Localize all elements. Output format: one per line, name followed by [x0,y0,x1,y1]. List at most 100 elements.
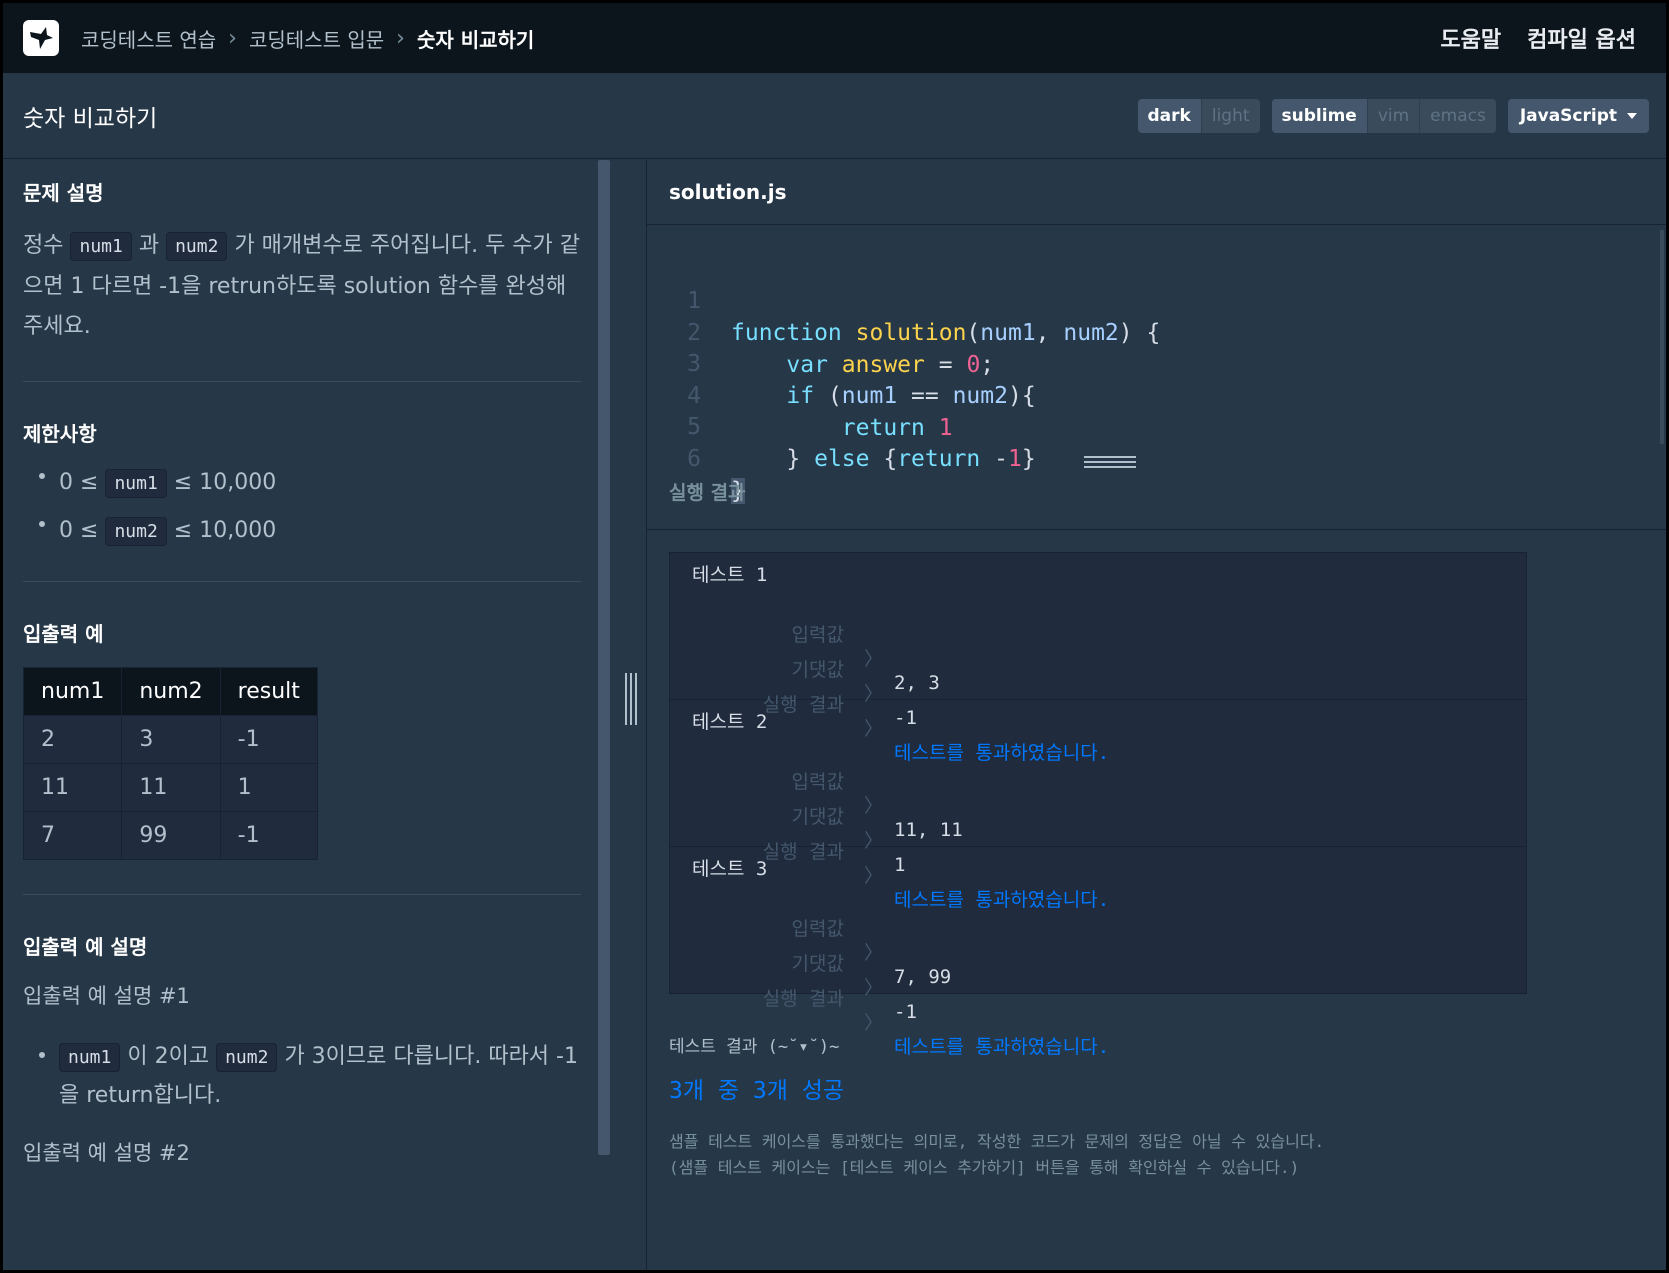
test-title: 테스트 3 [692,858,768,880]
table-header-cell: num2 [121,667,221,716]
page-title: 숫자 비교하기 [23,105,158,132]
code-line: 3 if (num1 == num2){ [647,316,1036,409]
top-navigation: 코딩테스트 연습 › 코딩테스트 입문 › 숫자 비교하기 도움말 컴파일 옵션 [3,3,1666,73]
test-result-row: 실행 결과 〉 테스트를 통과하였습니다. [670,816,1526,911]
code-editor[interactable]: 1 function solution(num1, num2) { 2 var … [647,226,1666,504]
constraint-item: 0 ≤ num1 ≤ 10,000 [3,459,581,507]
io-explanation-heading: 입출력 예 설명 [23,935,148,959]
table-header-cell: result [219,667,318,716]
help-link[interactable]: 도움말 [1440,22,1501,54]
breadcrumb-item-intro[interactable]: 코딩테스트 입문 [249,24,384,53]
table-cell: 7 [22,811,123,860]
theme-toggle: dark light [1137,98,1260,133]
desc-text-1: 정수 [23,233,64,258]
theme-light-button[interactable]: light [1200,98,1260,133]
divider [23,581,581,582]
code-line: 1 function solution(num1, num2) { [647,253,1160,346]
code-line: 5 } else {return -1} [647,379,1036,472]
code-text: var answer = 0; [786,352,995,378]
app-frame: 코딩테스트 연습 › 코딩테스트 입문 › 숫자 비교하기 도움말 컴파일 옵션… [3,3,1666,1270]
code-line: 4 return 1 [647,348,952,441]
test-title: 테스트 1 [692,564,768,586]
constraint-text: 0 ≤ [59,518,99,543]
constraints-heading: 제한사항 [23,422,97,446]
keymap-toggle: sublime vim emacs [1271,98,1496,133]
keymap-emacs-button[interactable]: emacs [1419,98,1496,133]
theme-dark-button[interactable]: dark [1137,98,1201,133]
code-text: if (num1 == num2){ [786,383,1036,409]
table-row: 7 99 -1 [22,811,318,860]
chevron-right-icon: › [228,25,237,51]
top-nav-links: 도움말 컴파일 옵션 [1440,22,1636,54]
breadcrumb: 코딩테스트 연습 › 코딩테스트 입문 › 숫자 비교하기 [81,24,534,53]
description-text: 정수 num1 과 num2 가 매개변수로 주어집니다. 두 수가 같으면 1… [23,226,581,347]
result-heading: 실행 결과 [647,456,1666,530]
constraint-text: ≤ 10,000 [173,470,277,495]
io-example-table: num1 num2 result 2 3 -1 11 11 1 7 99 -1 [22,667,318,860]
editor-scrollbar[interactable] [1660,230,1664,444]
table-cell: 99 [121,811,221,860]
summary-score: 3개 중 3개 성공 [669,1078,845,1104]
problem-scrollbar[interactable] [598,160,610,1155]
solution-panel: solution.js 1 function solution(num1, nu… [646,160,1666,1270]
inline-code-num2: num2 [105,517,167,546]
chevron-right-icon: › [396,25,405,51]
result-label: 실행 결과 [762,988,844,1010]
editor-toolbar: dark light sublime vim emacs JavaScript [1137,98,1649,133]
io-explanation-2-heading: 입출력 예 설명 #2 [23,1141,190,1165]
summary-note-line: 샘플 테스트 케이스를 통과했다는 의미로, 작성한 코드가 문제의 정답은 아… [669,1132,1325,1151]
table-row: 11 11 1 [22,763,318,812]
table-cell: -1 [219,811,318,860]
editor-resize-handle[interactable] [1084,456,1136,470]
constraint-text: 0 ≤ [59,470,99,495]
test-summary: 테스트 결과 (~˘▾˘)~ 3개 중 3개 성공 샘플 테스트 케이스를 통과… [669,1032,1324,1181]
constraint-item: 0 ≤ num2 ≤ 10,000 [3,507,581,555]
test-result-row: 실행 결과 〉 테스트를 통과하였습니다. [670,669,1526,764]
code-line: 2 var answer = 0; [647,285,994,378]
table-cell: 2 [22,715,123,764]
problem-panel: 문제 설명 정수 num1 과 num2 가 매개변수로 주어집니다. 두 수가… [3,160,636,1270]
keymap-vim-button[interactable]: vim [1366,98,1419,133]
io-explanation-1-heading: 입출력 예 설명 #1 [23,984,190,1008]
table-cell: 11 [121,763,221,812]
expected-value: -1 [894,1001,917,1023]
inline-code-num2: num2 [216,1043,278,1072]
programmers-logo-icon[interactable] [23,20,59,56]
inline-code-num2: num2 [166,232,228,261]
file-tab[interactable]: solution.js [647,160,1666,225]
language-dropdown[interactable]: JavaScript [1507,98,1649,133]
summary-label: 테스트 결과 (~˘▾˘)~ [669,1037,840,1057]
title-bar: 숫자 비교하기 dark light sublime vim emacs Jav… [3,73,1666,159]
test-case: 테스트 3 입력값 〉 7, 99 기댓값 〉 -1 실행 결과 〉 테스트를 … [670,847,1526,1058]
inline-code-num1: num1 [59,1043,121,1072]
constraints-list: 0 ≤ num1 ≤ 10,000 0 ≤ num2 ≤ 10,000 [23,459,581,555]
breadcrumb-item-practice[interactable]: 코딩테스트 연습 [81,24,216,53]
language-label: JavaScript [1519,105,1617,126]
test-case: 테스트 1 입력값 〉 2, 3 기댓값 〉 -1 실행 결과 〉 테스트를 통… [670,553,1526,764]
test-title: 테스트 2 [692,711,768,733]
inline-code-num1: num1 [105,469,167,498]
table-cell: 1 [219,763,318,812]
io-explanation-1-list: num1 이 2이고 num2 가 3이므로 다릅니다. 따라서 -1을 ret… [23,1038,581,1115]
constraint-text: ≤ 10,000 [173,518,277,543]
summary-note-line: (샘플 테스트 케이스는 [테스트 케이스 추가하기] 버튼을 통해 확인하실 … [669,1158,1300,1177]
problem-content: 문제 설명 정수 num1 과 num2 가 매개변수로 주어집니다. 두 수가… [22,160,581,1173]
table-header-row: num1 num2 result [22,667,318,716]
code-text: function solution(num1, num2) { [731,320,1161,346]
code-text: return 1 [841,415,953,441]
table-row: 2 3 -1 [22,715,318,764]
test-input-row: 입력값 〉 7, 99 [670,893,1526,988]
table-cell: 3 [121,715,221,764]
test-case: 테스트 2 입력값 〉 11, 11 기댓값 〉 1 실행 결과 〉 테스트를 … [670,700,1526,911]
breadcrumb-item-current: 숫자 비교하기 [416,27,535,52]
inline-code-num1: num1 [70,232,132,261]
explanation-text: 이 2이고 [127,1044,210,1069]
divider [23,381,581,382]
test-expected-row: 기댓값 〉 -1 [670,634,1526,729]
code-line: 6 } [647,411,758,504]
keymap-sublime-button[interactable]: sublime [1271,98,1367,133]
compile-options-link[interactable]: 컴파일 옵션 [1527,22,1636,54]
panel-resize-handle[interactable] [625,673,639,725]
test-result-row: 실행 결과 〉 테스트를 통과하였습니다. [670,963,1526,1058]
table-header-cell: num1 [22,667,123,716]
